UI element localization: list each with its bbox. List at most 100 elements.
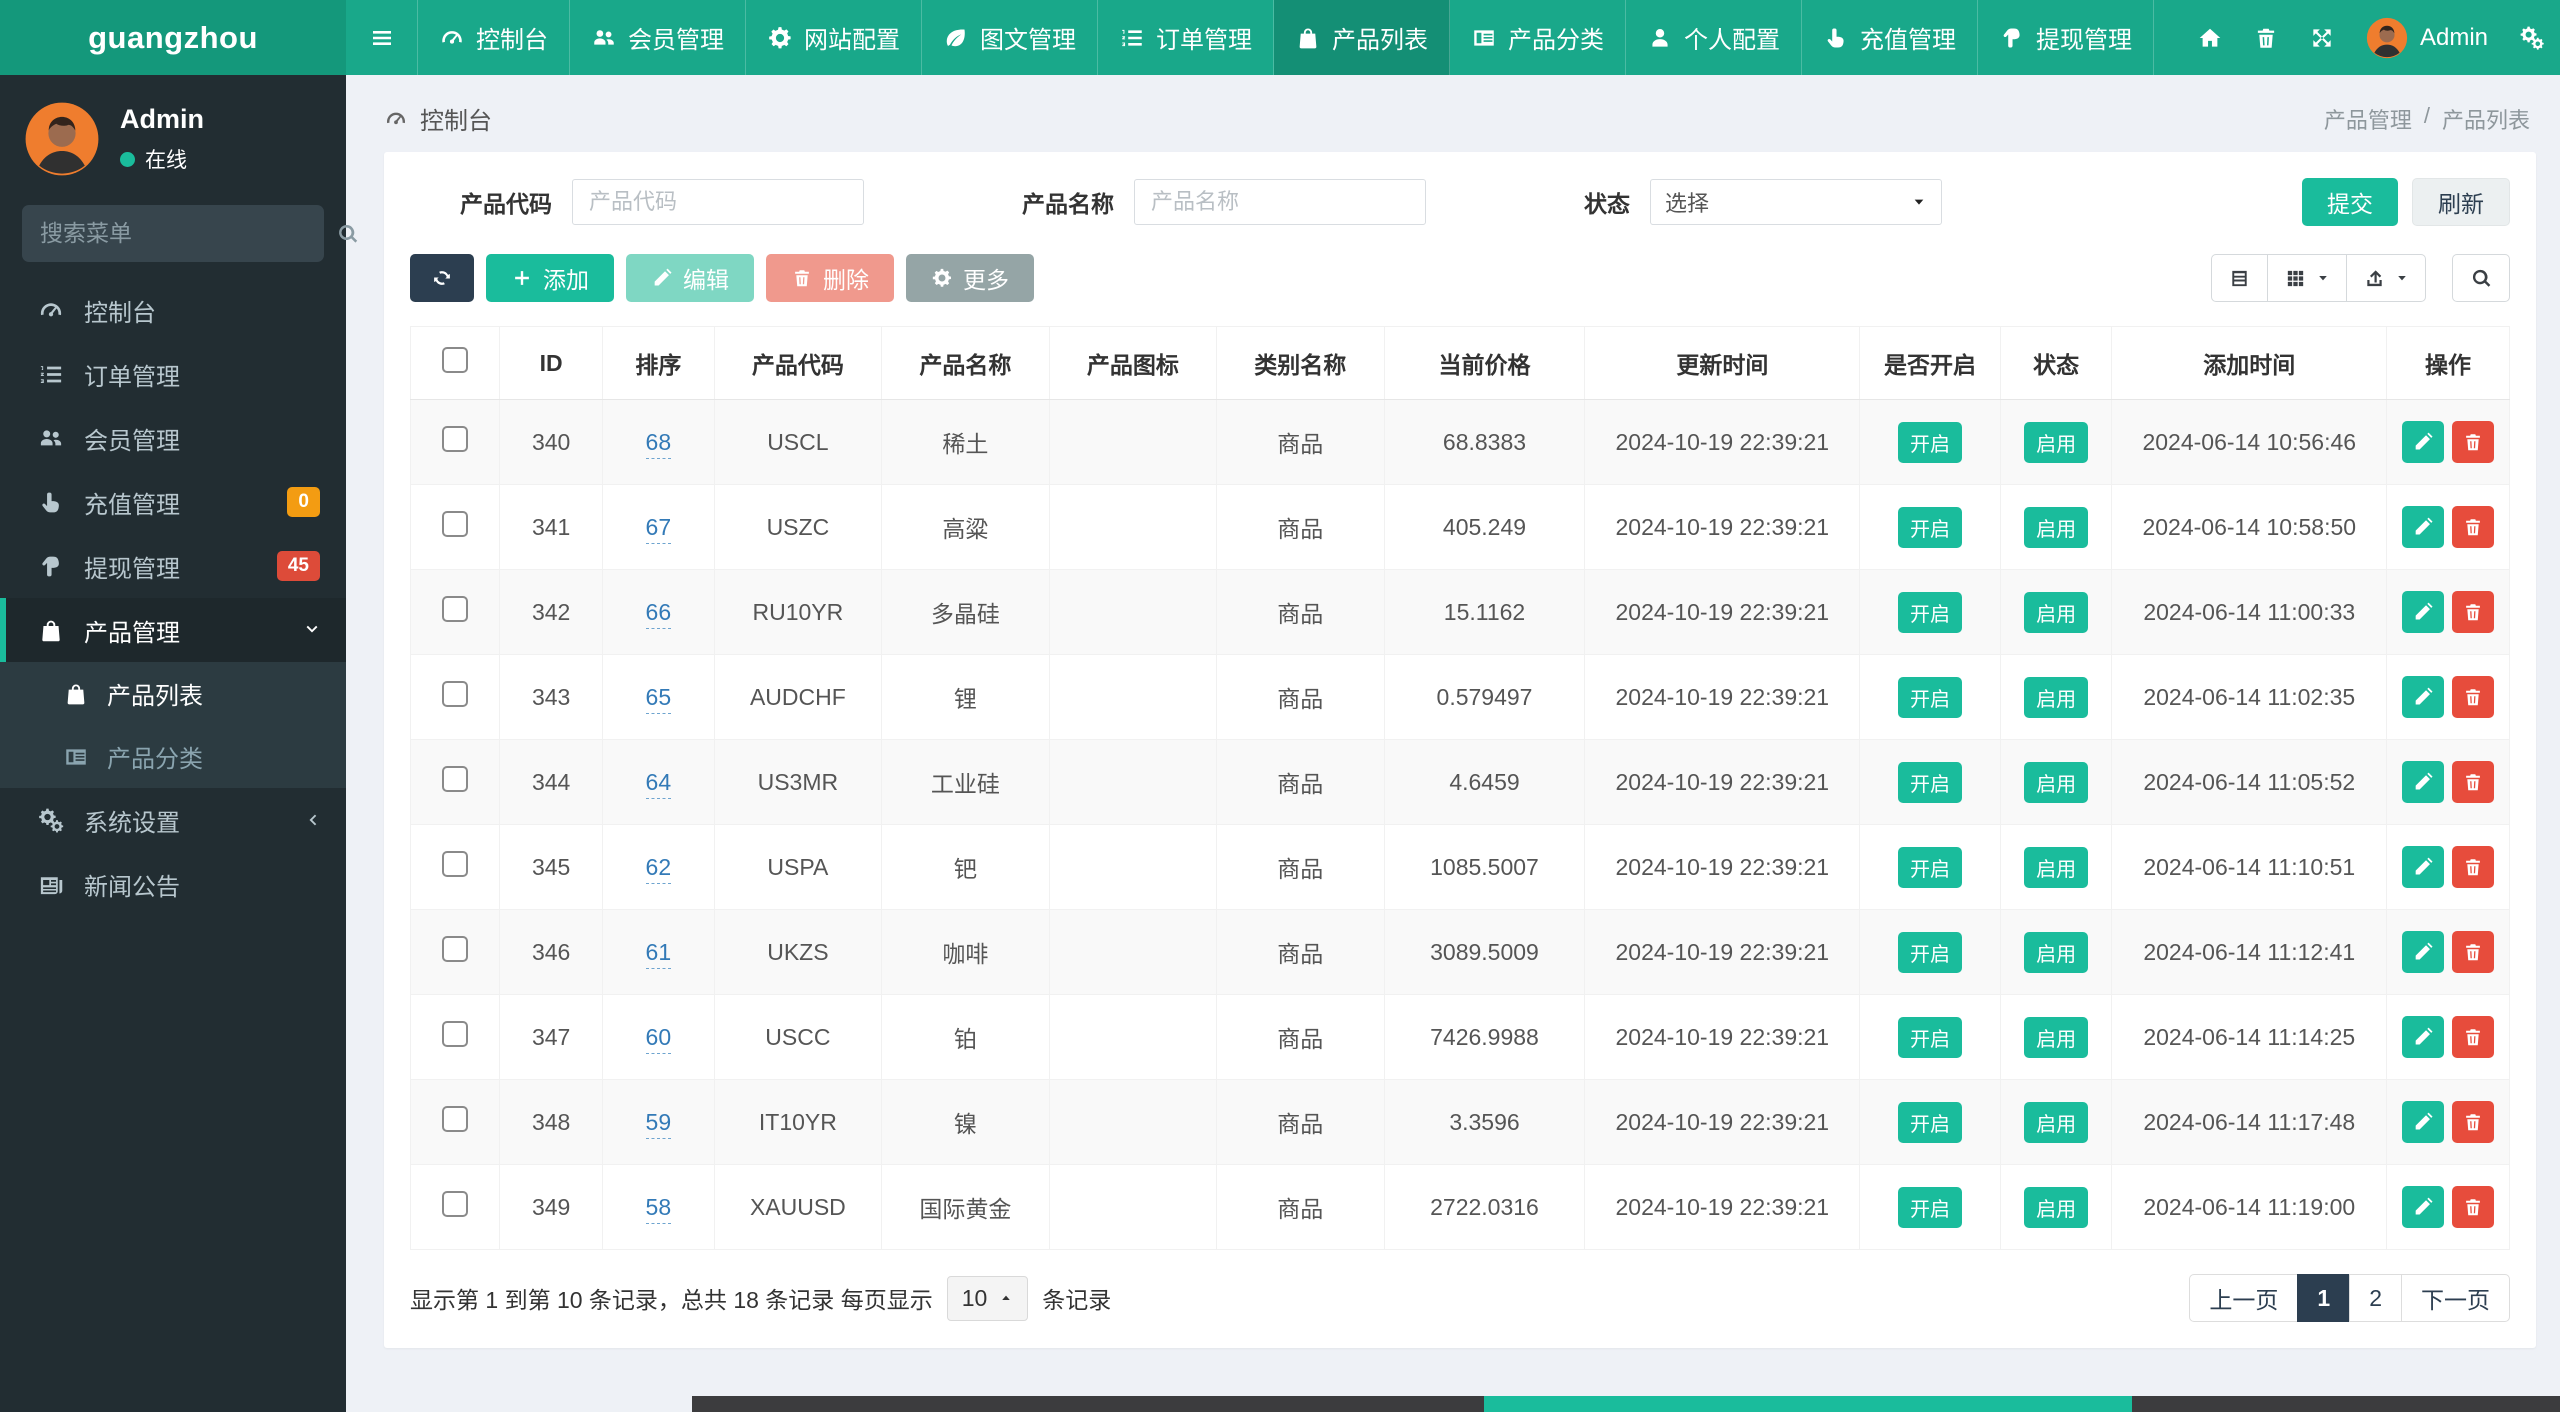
status-badge[interactable]: 启用 — [2024, 1101, 2089, 1143]
row-edit-button[interactable] — [2402, 421, 2445, 463]
page-button-1[interactable]: 1 — [2297, 1274, 2351, 1322]
sidebar-subitem[interactable]: 产品列表 — [0, 662, 346, 725]
sort-value-link[interactable]: 65 — [645, 683, 672, 714]
refresh-button[interactable]: 刷新 — [2412, 178, 2510, 226]
row-checkbox[interactable] — [442, 1106, 469, 1132]
row-edit-button[interactable] — [2402, 761, 2445, 803]
open-toggle-badge[interactable]: 开启 — [1897, 676, 1962, 718]
expand-button[interactable] — [2294, 0, 2350, 75]
search-icon[interactable] — [336, 222, 360, 246]
top-menu-item[interactable]: 订单管理 — [1098, 0, 1274, 75]
sort-value-link[interactable]: 59 — [645, 1108, 672, 1139]
sidebar-toggle-button[interactable] — [346, 0, 418, 75]
top-menu-item[interactable]: 个人配置 — [1626, 0, 1802, 75]
open-toggle-badge[interactable]: 开启 — [1897, 846, 1962, 888]
row-delete-button[interactable] — [2452, 591, 2495, 633]
row-checkbox[interactable] — [442, 1191, 469, 1217]
column-header-category[interactable]: 类别名称 — [1216, 326, 1385, 400]
row-edit-button[interactable] — [2402, 1101, 2445, 1143]
sidebar-item[interactable]: 系统设置 — [0, 788, 346, 852]
row-delete-button[interactable] — [2452, 506, 2495, 548]
edit-button-disabled[interactable]: 编辑 — [626, 254, 754, 302]
page-size-select[interactable]: 10 — [946, 1275, 1029, 1321]
column-header-price[interactable]: 当前价格 — [1383, 326, 1586, 400]
status-select[interactable]: 选择 — [1650, 179, 1942, 225]
sidebar-item[interactable]: 产品管理 — [0, 598, 346, 662]
status-badge[interactable]: 启用 — [2024, 1016, 2089, 1058]
open-toggle-badge[interactable]: 开启 — [1897, 1016, 1962, 1058]
sidebar-item[interactable]: 提现管理 45 — [0, 534, 346, 598]
sidebar-item[interactable]: 控制台 — [0, 278, 346, 342]
row-edit-button[interactable] — [2402, 846, 2445, 888]
top-menu-item[interactable]: 产品列表 — [1274, 0, 1450, 75]
row-edit-button[interactable] — [2402, 1016, 2445, 1058]
row-checkbox[interactable] — [442, 511, 469, 537]
row-delete-button[interactable] — [2452, 761, 2495, 803]
product-name-input[interactable] — [1134, 179, 1426, 225]
status-badge[interactable]: 启用 — [2024, 1186, 2089, 1228]
sort-value-link[interactable]: 66 — [645, 598, 672, 629]
top-menu-item[interactable]: 提现管理 — [1978, 0, 2154, 75]
row-checkbox[interactable] — [442, 596, 469, 622]
prev-page-button[interactable]: 上一页 — [2189, 1274, 2299, 1322]
column-header-added[interactable]: 添加时间 — [2111, 326, 2388, 400]
status-badge[interactable]: 启用 — [2024, 931, 2089, 973]
column-header-updated[interactable]: 更新时间 — [1584, 326, 1861, 400]
status-badge[interactable]: 启用 — [2024, 591, 2089, 633]
row-edit-button[interactable] — [2402, 676, 2445, 718]
home-button[interactable] — [2182, 0, 2238, 75]
row-checkbox[interactable] — [442, 681, 469, 707]
open-toggle-badge[interactable]: 开启 — [1897, 1101, 1962, 1143]
column-header-open[interactable]: 是否开启 — [1859, 326, 2001, 400]
open-toggle-badge[interactable]: 开启 — [1897, 761, 1962, 803]
sort-value-link[interactable]: 68 — [645, 428, 672, 459]
top-menu-item[interactable]: 图文管理 — [922, 0, 1098, 75]
column-header-ops[interactable]: 操作 — [2386, 326, 2510, 400]
row-delete-button[interactable] — [2452, 1186, 2495, 1228]
submit-button[interactable]: 提交 — [2302, 178, 2398, 226]
column-header-status[interactable]: 状态 — [1999, 326, 2113, 400]
settings-gears-button[interactable] — [2504, 0, 2560, 75]
breadcrumb[interactable]: 控制台 — [384, 101, 492, 136]
row-checkbox[interactable] — [442, 851, 469, 877]
export-button[interactable] — [2346, 254, 2426, 302]
status-badge[interactable]: 启用 — [2024, 421, 2089, 463]
sort-value-link[interactable]: 67 — [645, 513, 672, 544]
status-badge[interactable]: 启用 — [2024, 846, 2089, 888]
add-button[interactable]: 添加 — [486, 254, 614, 302]
row-edit-button[interactable] — [2402, 506, 2445, 548]
top-menu-item[interactable]: 网站配置 — [746, 0, 922, 75]
top-menu-item[interactable]: 会员管理 — [570, 0, 746, 75]
top-menu-item[interactable]: 充值管理 — [1802, 0, 1978, 75]
next-page-button[interactable]: 下一页 — [2401, 1274, 2510, 1322]
sidebar-item[interactable]: 新闻公告 — [0, 852, 346, 916]
navbar-user[interactable]: Admin — [2350, 17, 2504, 59]
row-edit-button[interactable] — [2402, 1186, 2445, 1228]
more-button[interactable]: 更多 — [906, 254, 1034, 302]
top-menu-item[interactable]: 产品分类 — [1450, 0, 1626, 75]
sort-value-link[interactable]: 64 — [645, 768, 672, 799]
open-toggle-badge[interactable]: 开启 — [1897, 1186, 1962, 1228]
column-header-id[interactable]: ID — [499, 326, 604, 400]
row-delete-button[interactable] — [2452, 1101, 2495, 1143]
table-search-button[interactable] — [2452, 254, 2510, 302]
row-delete-button[interactable] — [2452, 931, 2495, 973]
menu-search-input[interactable] — [40, 220, 336, 247]
row-delete-button[interactable] — [2452, 846, 2495, 888]
reload-button[interactable] — [410, 254, 474, 302]
sort-value-link[interactable]: 60 — [645, 1023, 672, 1054]
row-checkbox[interactable] — [442, 426, 469, 452]
status-badge[interactable]: 启用 — [2024, 761, 2089, 803]
row-delete-button[interactable] — [2452, 676, 2495, 718]
column-header-name[interactable]: 产品名称 — [881, 326, 1050, 400]
row-checkbox[interactable] — [442, 1021, 469, 1047]
column-header-code[interactable]: 产品代码 — [713, 326, 883, 400]
row-checkbox[interactable] — [442, 766, 469, 792]
row-checkbox[interactable] — [442, 936, 469, 962]
row-edit-button[interactable] — [2402, 931, 2445, 973]
top-menu-item[interactable]: 控制台 — [418, 0, 570, 75]
delete-button-disabled[interactable]: 删除 — [766, 254, 894, 302]
row-delete-button[interactable] — [2452, 421, 2495, 463]
sidebar-item[interactable]: 会员管理 — [0, 406, 346, 470]
sidebar-item[interactable]: 充值管理 0 — [0, 470, 346, 534]
